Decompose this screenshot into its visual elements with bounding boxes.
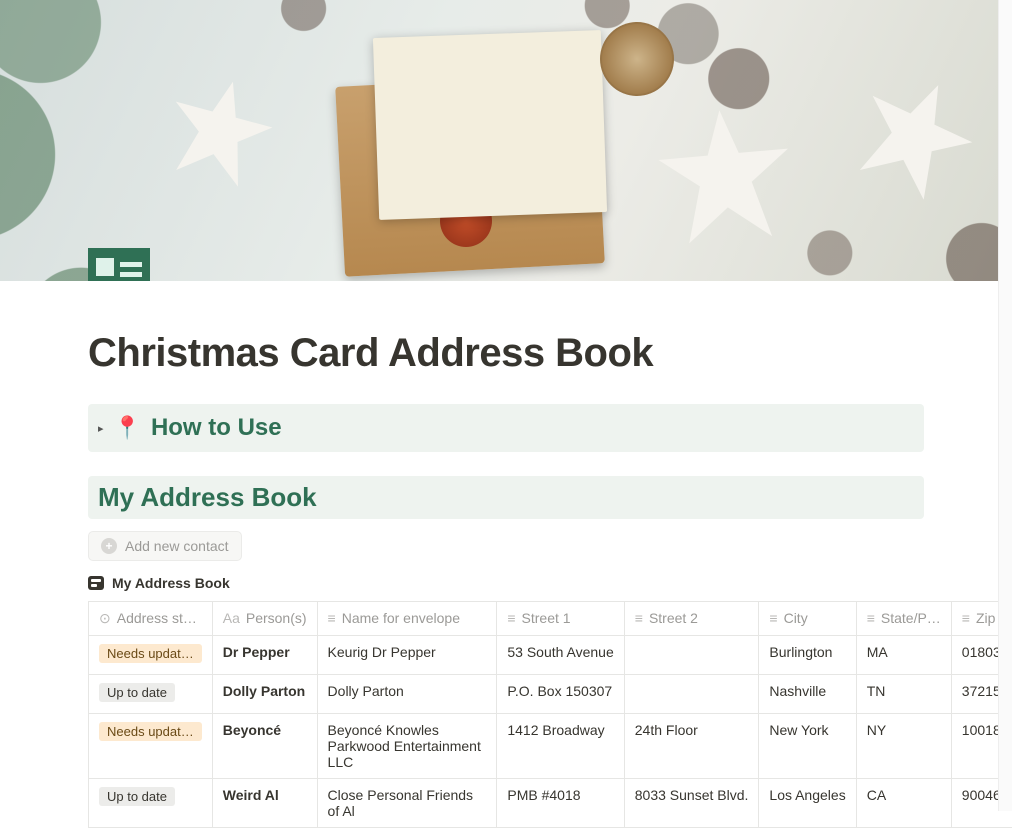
cell-person[interactable]: Dolly Parton bbox=[212, 675, 317, 714]
cell-envelope[interactable]: Dolly Parton bbox=[317, 675, 497, 714]
status-pill: Up to date bbox=[99, 787, 175, 806]
how-to-use-callout[interactable]: ▸ 📍 How to Use bbox=[88, 404, 924, 452]
cell-state[interactable]: NY bbox=[856, 714, 951, 779]
text-column-icon: ≡ bbox=[635, 610, 643, 626]
cell-person[interactable]: Weird Al bbox=[212, 779, 317, 828]
add-new-contact-button[interactable]: + Add new contact bbox=[88, 531, 242, 561]
cell-street1[interactable]: PMB #4018 bbox=[497, 779, 624, 828]
section-heading[interactable]: My Address Book bbox=[98, 482, 914, 513]
table-header-row: ⊙Address st… AaPerson(s) ≡Name for envel… bbox=[89, 602, 1012, 636]
address-table-wrapper: ⊙Address st… AaPerson(s) ≡Name for envel… bbox=[88, 601, 1012, 828]
cell-street2[interactable] bbox=[624, 636, 759, 675]
cell-envelope[interactable]: Close Personal Friends of Al bbox=[317, 779, 497, 828]
cell-state[interactable]: CA bbox=[856, 779, 951, 828]
title-column-icon: Aa bbox=[223, 610, 240, 626]
table-view-icon bbox=[88, 576, 104, 590]
col-header-envelope[interactable]: ≡Name for envelope bbox=[317, 602, 497, 636]
cell-status[interactable]: Needs updat… bbox=[89, 714, 213, 779]
cell-state[interactable]: TN bbox=[856, 675, 951, 714]
table-row[interactable]: Needs updat… Dr PepperKeurig Dr Pepper53 … bbox=[89, 636, 1012, 675]
cell-envelope[interactable]: Keurig Dr Pepper bbox=[317, 636, 497, 675]
text-column-icon: ≡ bbox=[867, 610, 875, 626]
cell-city[interactable]: New York bbox=[759, 714, 856, 779]
snowflake-decoration bbox=[159, 69, 281, 191]
col-header-street1[interactable]: ≡Street 1 bbox=[497, 602, 624, 636]
col-header-street2[interactable]: ≡Street 2 bbox=[624, 602, 759, 636]
table-body: Needs updat… Dr PepperKeurig Dr Pepper53 … bbox=[89, 636, 1012, 828]
cell-person[interactable]: Dr Pepper bbox=[212, 636, 317, 675]
col-header-person[interactable]: AaPerson(s) bbox=[212, 602, 317, 636]
vertical-scrollbar[interactable] bbox=[998, 0, 1012, 811]
cell-street2[interactable]: 8033 Sunset Blvd. bbox=[624, 779, 759, 828]
status-column-icon: ⊙ bbox=[99, 610, 111, 627]
twine-decoration bbox=[600, 22, 674, 96]
cell-city[interactable]: Burlington bbox=[759, 636, 856, 675]
cell-street2[interactable]: 24th Floor bbox=[624, 714, 759, 779]
section-heading-block: My Address Book bbox=[88, 476, 924, 519]
pin-icon: 📍 bbox=[114, 417, 141, 439]
add-new-contact-label: Add new contact bbox=[125, 538, 229, 554]
cell-city[interactable]: Los Angeles bbox=[759, 779, 856, 828]
text-column-icon: ≡ bbox=[962, 610, 970, 626]
cell-street1[interactable]: 53 South Avenue bbox=[497, 636, 624, 675]
table-row[interactable]: Up to date Weird AlClose Personal Friends… bbox=[89, 779, 1012, 828]
how-to-use-title: How to Use bbox=[151, 414, 282, 442]
page-title[interactable]: Christmas Card Address Book bbox=[88, 331, 924, 376]
cell-city[interactable]: Nashville bbox=[759, 675, 856, 714]
table-row[interactable]: Needs updat… BeyoncéBeyoncé Knowles Parkw… bbox=[89, 714, 1012, 779]
cell-envelope[interactable]: Beyoncé Knowles Parkwood Entertainment L… bbox=[317, 714, 497, 779]
cell-status[interactable]: Up to date bbox=[89, 675, 213, 714]
text-column-icon: ≡ bbox=[328, 610, 336, 626]
status-pill: Needs updat… bbox=[99, 722, 202, 741]
cell-status[interactable]: Needs updat… bbox=[89, 636, 213, 675]
status-pill: Needs updat… bbox=[99, 644, 202, 663]
col-header-status[interactable]: ⊙Address st… bbox=[89, 602, 213, 636]
page-icon[interactable] bbox=[88, 248, 150, 281]
col-header-state[interactable]: ≡State/P… bbox=[856, 602, 951, 636]
cell-status[interactable]: Up to date bbox=[89, 779, 213, 828]
snowflake-decoration bbox=[842, 62, 988, 208]
text-column-icon: ≡ bbox=[769, 610, 777, 626]
database-view-tab[interactable]: My Address Book bbox=[88, 575, 924, 597]
toggle-triangle-icon[interactable]: ▸ bbox=[98, 422, 104, 435]
cell-person[interactable]: Beyoncé bbox=[212, 714, 317, 779]
cell-street2[interactable] bbox=[624, 675, 759, 714]
address-table: ⊙Address st… AaPerson(s) ≡Name for envel… bbox=[88, 601, 1012, 828]
col-header-city[interactable]: ≡City bbox=[759, 602, 856, 636]
table-row[interactable]: Up to dateDolly PartonDolly PartonP.O. B… bbox=[89, 675, 1012, 714]
cell-street1[interactable]: 1412 Broadway bbox=[497, 714, 624, 779]
cell-state[interactable]: MA bbox=[856, 636, 951, 675]
snowflake-decoration bbox=[655, 105, 796, 246]
plus-circle-icon: + bbox=[101, 538, 117, 554]
cell-street1[interactable]: P.O. Box 150307 bbox=[497, 675, 624, 714]
cover-image bbox=[0, 0, 1012, 281]
text-column-icon: ≡ bbox=[507, 610, 515, 626]
status-pill: Up to date bbox=[99, 683, 175, 702]
database-view-name: My Address Book bbox=[112, 575, 230, 591]
card-decoration bbox=[373, 30, 607, 220]
